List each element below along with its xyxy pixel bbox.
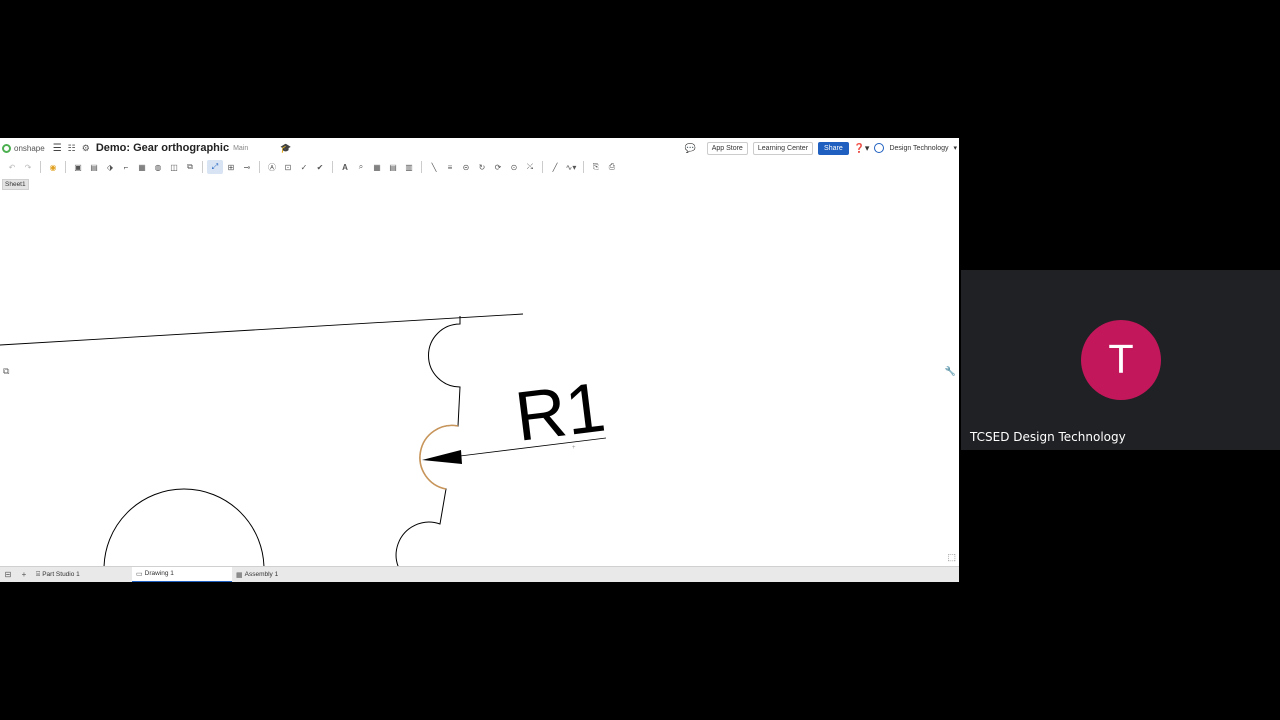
tab-drawing-1[interactable]: ▭ Drawing 1 (132, 566, 232, 582)
crop-view-icon[interactable]: ⧉ (182, 160, 198, 174)
logo-text: onshape (14, 143, 45, 153)
datum-icon[interactable]: ⊝ (458, 160, 474, 174)
add-tab-icon[interactable]: + (16, 570, 32, 579)
toolbar-divider (259, 161, 260, 173)
views-panel-icon[interactable]: ⧉ (3, 366, 9, 377)
chamfer-dimension-icon[interactable]: ⊸ (239, 160, 255, 174)
undo-icon[interactable]: ↶ (4, 160, 20, 174)
tab-label: Drawing 1 (144, 570, 174, 577)
toolbar-divider (583, 161, 584, 173)
toolbar-divider (202, 161, 203, 173)
wrench-icon[interactable]: 🔧 (945, 366, 956, 377)
participant-tile: T TCSED Design Technology (961, 270, 1280, 450)
properties-icon[interactable]: ⚙ (82, 143, 90, 154)
account-menu[interactable]: Design Technology (889, 145, 948, 152)
surface-finish-icon[interactable]: ✔ (312, 160, 328, 174)
section-view-icon[interactable]: ⌐ (118, 160, 134, 174)
note-icon[interactable]: Ⓐ (264, 160, 280, 174)
callout-icon[interactable]: ⊡ (280, 160, 296, 174)
update-icon[interactable]: ◉ (45, 160, 61, 174)
gear-profile[interactable] (358, 316, 461, 566)
tab-part-studio-1[interactable]: ⌸ Part Studio 1 (32, 567, 132, 583)
rotate-alt-icon[interactable]: ⟳ (490, 160, 506, 174)
onshape-logo-icon (2, 143, 11, 153)
redo-icon[interactable]: ↷ (20, 160, 36, 174)
centerline-icon[interactable]: ╲ (426, 160, 442, 174)
text-icon[interactable]: A (337, 160, 353, 174)
hole-table-icon[interactable]: ▥ (401, 160, 417, 174)
auxiliary-view-icon[interactable]: ⬗ (102, 160, 118, 174)
dimension-text[interactable]: R1 (511, 368, 609, 456)
ordinate-icon[interactable]: ⊞ (223, 160, 239, 174)
spline-icon[interactable]: ∿▾ (563, 160, 579, 174)
toolbar-divider (542, 161, 543, 173)
share-button[interactable]: Share (818, 141, 849, 155)
detail-view-icon[interactable]: ▦ (134, 160, 150, 174)
sheet-tab[interactable]: Sheet1 (2, 179, 29, 190)
comments-icon[interactable]: 💬 (684, 143, 695, 154)
line-icon[interactable]: ╱ (547, 160, 563, 174)
learning-cap-icon[interactable]: 🎓 (280, 143, 291, 154)
part-studio-icon: ⌸ (36, 570, 41, 578)
drawing-canvas[interactable]: + R1 (0, 174, 959, 566)
sheet-border-line (0, 313, 524, 346)
view-cube-icon[interactable]: ⬚ (947, 552, 956, 563)
center-mark-icon[interactable]: ≡ (442, 160, 458, 174)
document-title[interactable]: Demo: Gear orthographic (96, 142, 229, 154)
table-icon[interactable]: ▦ (369, 160, 385, 174)
dimension-arrowhead (422, 450, 462, 464)
document-tab-bar: ⊟ + ⌸ Part Studio 1 ▭ Drawing 1 ▦ Assemb… (0, 566, 959, 582)
target-icon[interactable]: ⊙ (506, 160, 522, 174)
insert-view-icon[interactable]: ▣ (70, 160, 86, 174)
help-icon[interactable]: ❓▾ (854, 143, 870, 154)
dimension-tool-icon[interactable]: ⤢ (207, 160, 223, 174)
insert-image-icon[interactable]: ⎙ (604, 160, 620, 174)
tab-assembly-1[interactable]: ▦ Assembly 1 (232, 567, 332, 583)
tab-label: Assembly 1 (244, 571, 279, 578)
check-icon[interactable]: ✓ (296, 160, 312, 174)
header-right-group: 💬 App Store Learning Center Share ❓▾ Des… (684, 138, 957, 158)
tab-manager-icon[interactable]: ⊟ (0, 570, 16, 579)
participant-avatar: T (1081, 320, 1161, 400)
tab-label: Part Studio 1 (42, 571, 80, 578)
search-icon[interactable]: ⌕ (353, 160, 369, 174)
learning-center-button[interactable]: Learning Center (752, 141, 814, 155)
onshape-app-window: onshape ☰ ☷ ⚙ Demo: Gear orthographic Ma… (0, 138, 959, 582)
projected-view-icon[interactable]: ▤ (86, 160, 102, 174)
user-avatar-icon[interactable] (874, 143, 885, 153)
toolbar-divider (40, 161, 41, 173)
menu-icon[interactable]: ☰ (53, 143, 62, 154)
toolbar-divider (332, 161, 333, 173)
branch-label[interactable]: Main (233, 145, 248, 152)
participant-name: TCSED Design Technology (970, 430, 1126, 444)
drawing-icon: ▭ (136, 570, 143, 578)
rotate-icon[interactable]: ↻ (474, 160, 490, 174)
broken-view-icon[interactable]: ◍ (150, 160, 166, 174)
feature-list-icon[interactable]: ☷ (68, 143, 76, 154)
bom-icon[interactable]: ▤ (385, 160, 401, 174)
assembly-icon: ▦ (236, 571, 243, 579)
app-store-button[interactable]: App Store (706, 141, 748, 155)
export-icon[interactable]: ⎘ (588, 160, 604, 174)
top-header-bar: onshape ☰ ☷ ⚙ Demo: Gear orthographic Ma… (0, 138, 959, 158)
chevron-down-icon[interactable]: ▾ (953, 144, 957, 152)
break-view-icon[interactable]: ◫ (166, 160, 182, 174)
toolbar-divider (421, 161, 422, 173)
angle-line-icon[interactable]: ⤯ (522, 160, 538, 174)
bore-circle[interactable] (103, 488, 265, 566)
onshape-logo[interactable]: onshape (0, 143, 45, 153)
toolbar-divider (65, 161, 66, 173)
